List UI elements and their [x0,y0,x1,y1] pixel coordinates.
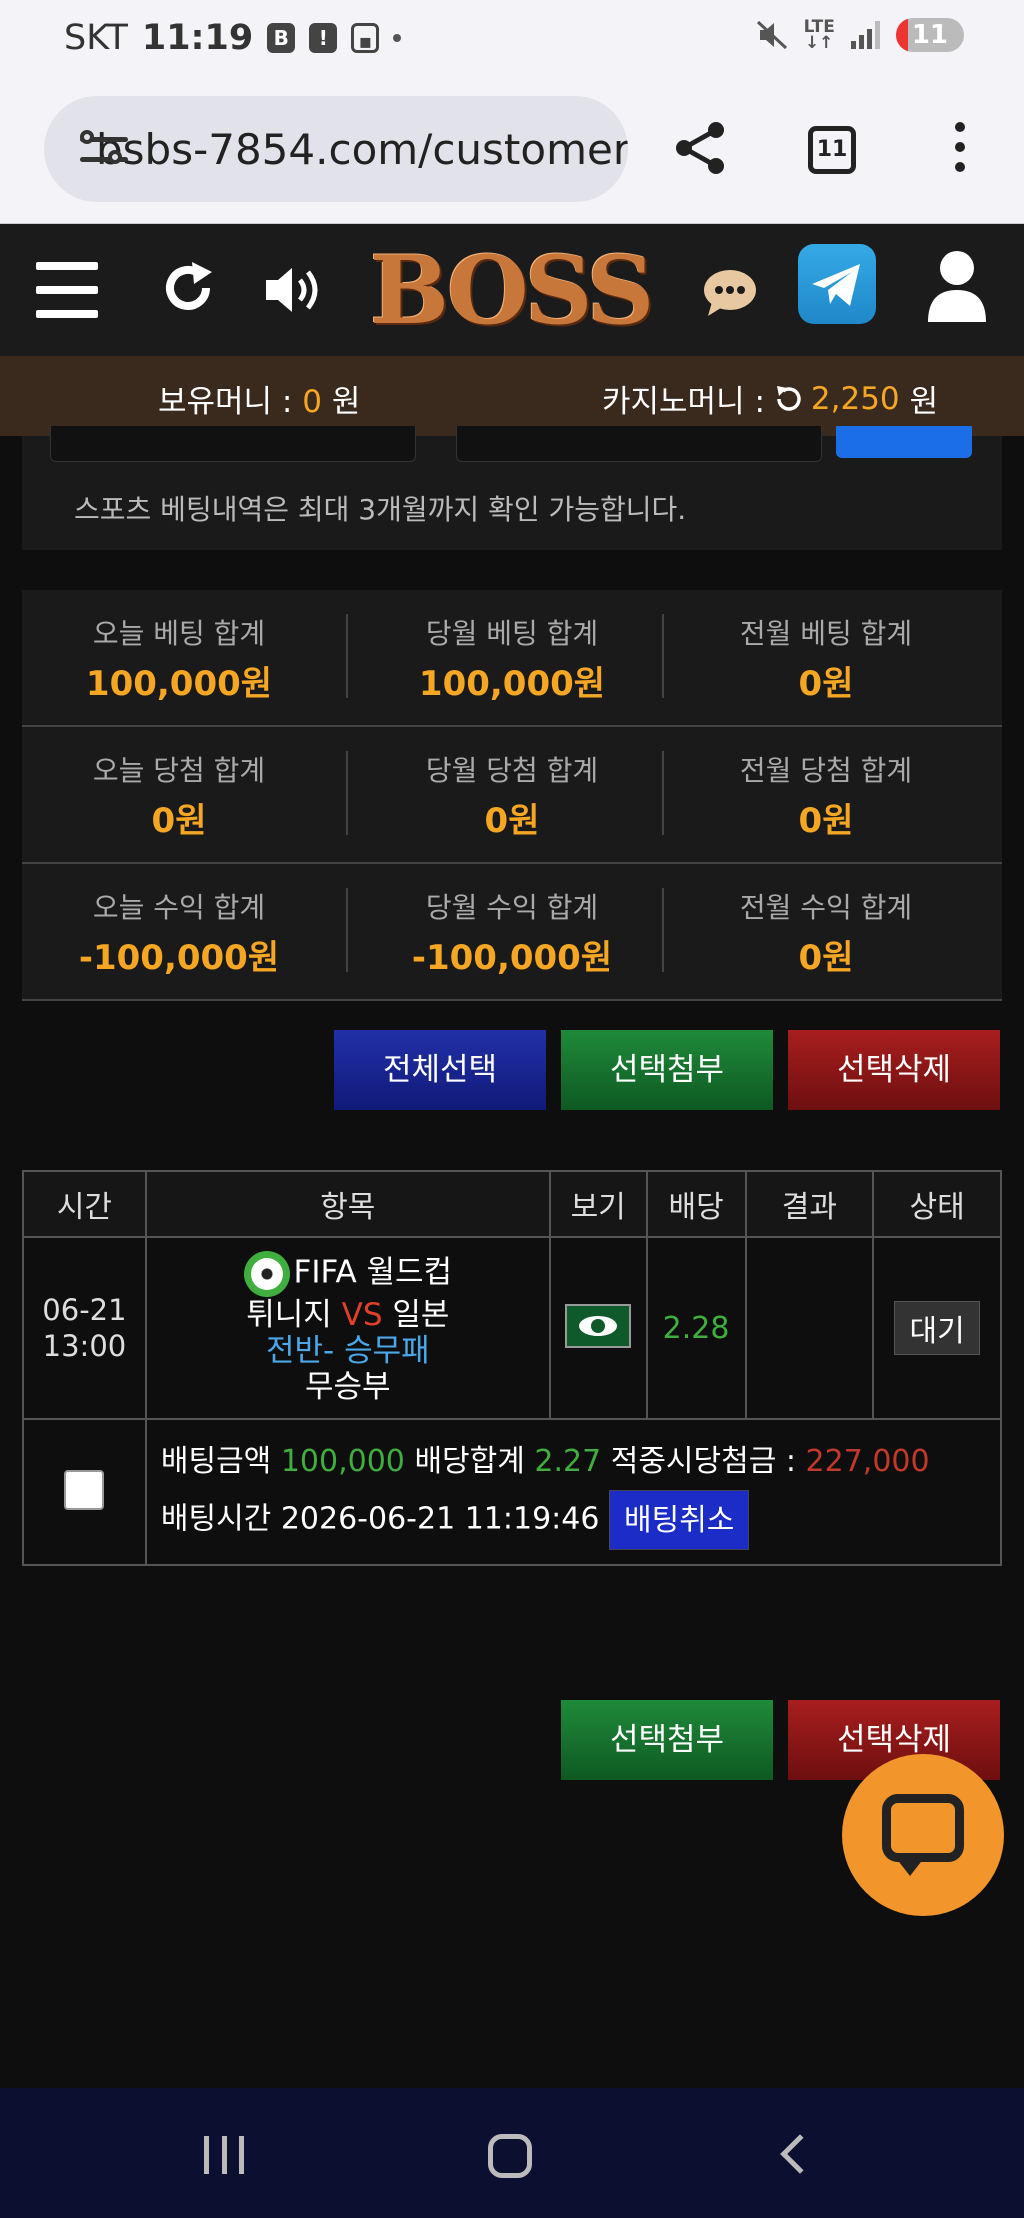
b-app-icon: B [267,23,296,53]
bet-info: 배팅금액 100,000 배당합계 2.27 적중시당첨금 : 227,000 … [144,1418,1003,1566]
signal-icon [850,21,880,49]
bet-history-table: 시간 항목 보기 배당 결과 상태 06-21 13:00 FIFA 월드컵 튀… [22,1170,1003,1566]
money-bar: 보유머니 : 0 원 카지노머니 : 2,250 원 [0,356,1024,436]
status-badge: 대기 [894,1301,980,1355]
user-icon[interactable] [926,250,988,322]
select-all-button[interactable]: 전체선택 [334,1030,546,1110]
browser-toolbar: bsbs-7854.com/customer 11 [0,78,1024,224]
summary-label: 전월 수익 합계 [739,891,913,924]
search-button[interactable] [836,426,972,458]
league-name: FIFA 월드컵 [293,1254,453,1291]
chat-bubble-icon [882,1794,964,1862]
telegram-icon[interactable] [798,244,876,324]
clock-text: 11:19 [141,18,254,58]
boss-logo[interactable]: BOSS [354,236,666,346]
summary-label: 오늘 수익 합계 [92,891,266,924]
back-icon[interactable] [780,2134,820,2174]
refresh-icon[interactable] [158,258,218,318]
more-notifications-icon [393,34,402,42]
attach-selected-button-bottom[interactable]: 선택첨부 [561,1700,773,1780]
history-notice: 스포츠 베팅내역은 최대 3개월까지 확인 가능합니다. [74,493,687,526]
more-menu-icon[interactable] [950,122,970,182]
site-header: BOSS [0,224,1024,356]
hold-money-value: 0 [302,384,322,420]
delete-selected-button[interactable]: 선택삭제 [788,1030,1000,1110]
summary-label: 오늘 베팅 합계 [92,617,266,650]
search-filter: 스포츠 베팅내역은 최대 3개월까지 확인 가능합니다. [22,426,1002,550]
summary-label: 전월 당첨 합계 [739,754,913,787]
bet-market: 전반- 승무패 [265,1333,430,1369]
bet-result [744,1236,875,1420]
bet-time: 06-21 13:00 [22,1236,147,1420]
mute-icon [756,20,787,50]
bet-select-checkbox[interactable] [64,1470,105,1510]
summary-label: 당월 수익 합계 [425,891,599,924]
battery-icon: 11 [895,18,964,52]
summary-value: 0원 [798,664,854,704]
header-view: 보기 [548,1170,648,1238]
bet-info-row: 배팅금액 100,000 배당합계 2.27 적중시당첨금 : 227,000 … [22,1418,1003,1566]
table-row: 06-21 13:00 FIFA 월드컵 튀니지 VS 일본 전반- 승무패 무… [22,1236,1002,1420]
summary-value: -100,000원 [411,938,613,978]
summary-label: 당월 당첨 합계 [425,754,599,787]
recent-apps-icon[interactable] [204,2136,244,2174]
summary-value: 0원 [484,801,540,841]
summary-value: 0원 [798,801,854,841]
chat-icon[interactable] [702,268,758,318]
alert-icon: ! [309,23,338,53]
status-bar: SKT 11:19 B ! ▪ LTE ↓↑ 11 [0,0,1024,78]
home-icon[interactable] [488,2134,532,2178]
header-time: 시간 [22,1170,147,1238]
menu-icon[interactable] [36,262,98,318]
bet-pick: 무승부 [305,1369,391,1405]
hold-money: 보유머니 : 0 원 [158,384,361,420]
bet-timestamp: 2026-06-21 11:19:46 [280,1501,600,1537]
summary-row-profit: 오늘 수익 합계 -100,000원 당월 수익 합계 -100,000원 전월 수… [22,864,1002,1001]
sound-icon[interactable] [262,260,326,320]
casino-money-value: 2,250 [810,380,900,417]
screenshot-icon: ▪ [351,23,380,53]
cancel-bet-button[interactable]: 배팅취소 [609,1490,750,1550]
url-bar[interactable]: bsbs-7854.com/customer [44,96,628,202]
header-item: 항목 [144,1170,551,1238]
share-icon[interactable] [670,118,730,178]
header-status: 상태 [872,1170,1002,1238]
match-teams: 튀니지 VS 일본 [246,1297,450,1333]
live-chat-button[interactable] [842,1754,1004,1916]
header-result: 결과 [744,1170,875,1238]
system-nav-bar [0,2088,1024,2218]
summary-value: 0원 [151,801,207,841]
summary-label: 전월 베팅 합계 [739,617,913,650]
summary-value: 100,000원 [418,664,606,704]
summary-row-win: 오늘 당첨 합계 0원 당월 당첨 합계 0원 전월 당첨 합계 0원 [22,727,1002,864]
carrier-text: SKT [64,18,128,58]
summary-value: 100,000원 [85,664,273,704]
attach-selected-button[interactable]: 선택첨부 [561,1030,773,1110]
view-eye-icon[interactable] [565,1304,632,1348]
bet-odds: 2.28 [645,1236,747,1420]
table-header-row: 시간 항목 보기 배당 결과 상태 [22,1170,1002,1238]
summary-row-bet: 오늘 베팅 합계 100,000원 당월 베팅 합계 100,000원 전월 베팅 … [22,590,1002,727]
summary-value: -100,000원 [78,938,280,978]
url-text[interactable]: bsbs-7854.com/customer [96,125,628,174]
summary-label: 오늘 당첨 합계 [92,754,266,787]
start-date-input[interactable] [50,426,416,462]
win-amount: 227,000 [805,1444,930,1479]
total-odds: 2.27 [534,1444,602,1479]
summary-value: 0원 [798,938,854,978]
header-odds: 배당 [645,1170,747,1238]
betting-summary: 오늘 베팅 합계 100,000원 당월 베팅 합계 100,000원 전월 베팅 … [22,590,1002,1001]
bet-item: FIFA 월드컵 튀니지 VS 일본 전반- 승무패 무승부 [144,1236,551,1420]
casino-refresh-icon[interactable] [773,384,803,414]
soccer-ball-icon [243,1251,290,1297]
tabs-button[interactable]: 11 [808,126,856,174]
bet-amount: 100,000 [280,1444,405,1479]
end-date-input[interactable] [456,426,822,462]
lte-icon: LTE ↓↑ [803,17,835,53]
casino-money: 카지노머니 : 2,250 원 [602,380,939,421]
summary-label: 당월 베팅 합계 [425,617,599,650]
